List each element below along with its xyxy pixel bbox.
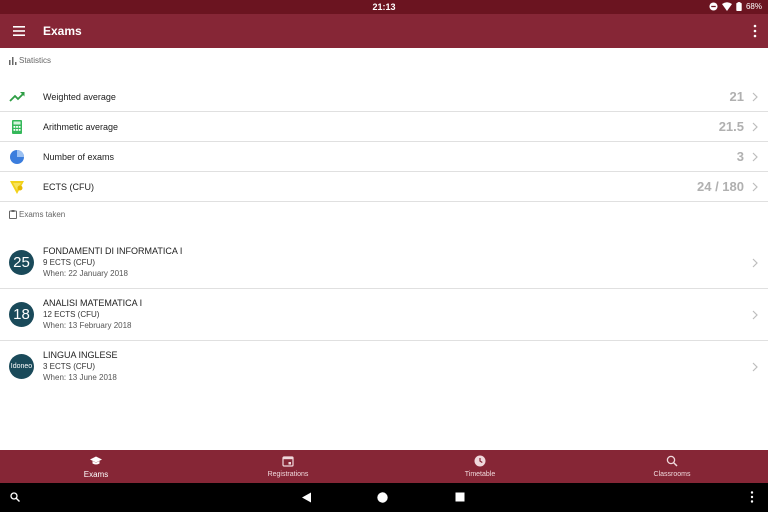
exam-ects: 3 ECTS (CFU)	[43, 362, 95, 371]
nav-item-exams[interactable]: Exams	[0, 450, 192, 483]
nav-label: Registrations	[267, 471, 309, 478]
nav-item-registrations[interactable]: Registrations	[192, 450, 384, 483]
nav-label: Timetable	[464, 471, 496, 478]
home-icon[interactable]	[377, 492, 388, 503]
clipboard-icon	[9, 210, 17, 219]
chevron-right-icon	[752, 310, 758, 320]
trending-up-icon	[9, 92, 25, 102]
menu-icon[interactable]	[12, 24, 26, 38]
nav-item-timetable[interactable]: Timetable	[384, 450, 576, 483]
stat-value: 3	[736, 149, 744, 164]
stat-value: 24 / 180	[697, 179, 744, 194]
status-icons: 68%	[709, 2, 762, 11]
system-nav-bar	[0, 483, 768, 512]
exams-taken-header-label: Exams taken	[19, 210, 66, 219]
stat-label: Number of exams	[43, 152, 115, 162]
battery-level: 68%	[745, 2, 762, 11]
search-icon	[666, 455, 678, 467]
exam-row[interactable]: 25 FONDAMENTI DI INFORMATICA I 9 ECTS (C…	[0, 237, 768, 289]
wifi-icon	[721, 2, 732, 11]
exam-ects: 12 ECTS (CFU)	[43, 310, 100, 319]
chevron-right-icon	[752, 362, 758, 372]
bar-chart-icon	[9, 56, 17, 65]
chevron-right-icon	[752, 122, 758, 132]
do-not-disturb-icon	[709, 2, 718, 11]
exam-row[interactable]: Idoneo LINGUA INGLESE 3 ECTS (CFU) When:…	[0, 341, 768, 393]
exam-ects: 9 ECTS (CFU)	[43, 258, 95, 267]
more-vert-icon[interactable]	[752, 24, 758, 38]
exams-taken-header: Exams taken	[9, 210, 65, 219]
stat-row-ects[interactable]: ECTS (CFU) 24 / 180	[0, 172, 768, 202]
pie-chart-icon	[10, 150, 24, 164]
exam-name: FONDAMENTI DI INFORMATICA I	[43, 246, 183, 256]
page-title: Exams	[43, 24, 82, 38]
stat-value: 21	[729, 89, 744, 104]
grade-avatar: 25	[9, 250, 34, 275]
exam-row[interactable]: 18 ANALISI MATEMATICA I 12 ECTS (CFU) Wh…	[0, 289, 768, 341]
exam-name: LINGUA INGLESE	[43, 350, 118, 360]
badge-icon	[10, 181, 24, 194]
status-time: 21:13	[372, 2, 396, 12]
stat-value: 21.5	[718, 119, 744, 134]
graduation-cap-icon	[90, 456, 102, 465]
recents-icon[interactable]	[455, 492, 465, 502]
chevron-right-icon	[752, 152, 758, 162]
bottom-nav: Exams Registrations Timetable Classrooms	[0, 450, 768, 483]
calendar-icon	[282, 456, 294, 467]
nav-item-classrooms[interactable]: Classrooms	[576, 450, 768, 483]
grade-avatar: 18	[9, 302, 34, 327]
calculator-icon	[12, 120, 22, 134]
stat-row-number-of-exams[interactable]: Number of exams 3	[0, 142, 768, 172]
exam-date: When: 13 June 2018	[43, 373, 117, 382]
nav-label: Classrooms	[653, 471, 691, 478]
status-bar: 21:13 68%	[0, 0, 768, 14]
grade-avatar: Idoneo	[9, 354, 34, 379]
statistics-header-label: Statistics	[19, 56, 52, 65]
stat-row-weighted-average[interactable]: Weighted average 21	[0, 82, 768, 112]
stat-row-arithmetic-average[interactable]: Arithmetic average 21.5	[0, 112, 768, 142]
app-bar: Exams	[0, 14, 768, 48]
exam-date: When: 22 January 2018	[43, 269, 128, 278]
exam-name: ANALISI MATEMATICA I	[43, 298, 143, 308]
stat-label: ECTS (CFU)	[43, 182, 94, 192]
chevron-right-icon	[752, 258, 758, 268]
more-vert-icon[interactable]	[749, 491, 755, 503]
chevron-right-icon	[752, 182, 758, 192]
nav-label: Exams	[83, 470, 109, 479]
battery-icon	[736, 2, 742, 11]
back-icon[interactable]	[301, 492, 312, 503]
system-search-icon[interactable]	[10, 492, 20, 502]
stat-label: Arithmetic average	[43, 122, 119, 132]
clock-icon	[474, 455, 486, 467]
stat-label: Weighted average	[43, 92, 116, 102]
statistics-header: Statistics	[9, 56, 51, 65]
exam-date: When: 13 February 2018	[43, 321, 132, 330]
chevron-right-icon	[752, 92, 758, 102]
